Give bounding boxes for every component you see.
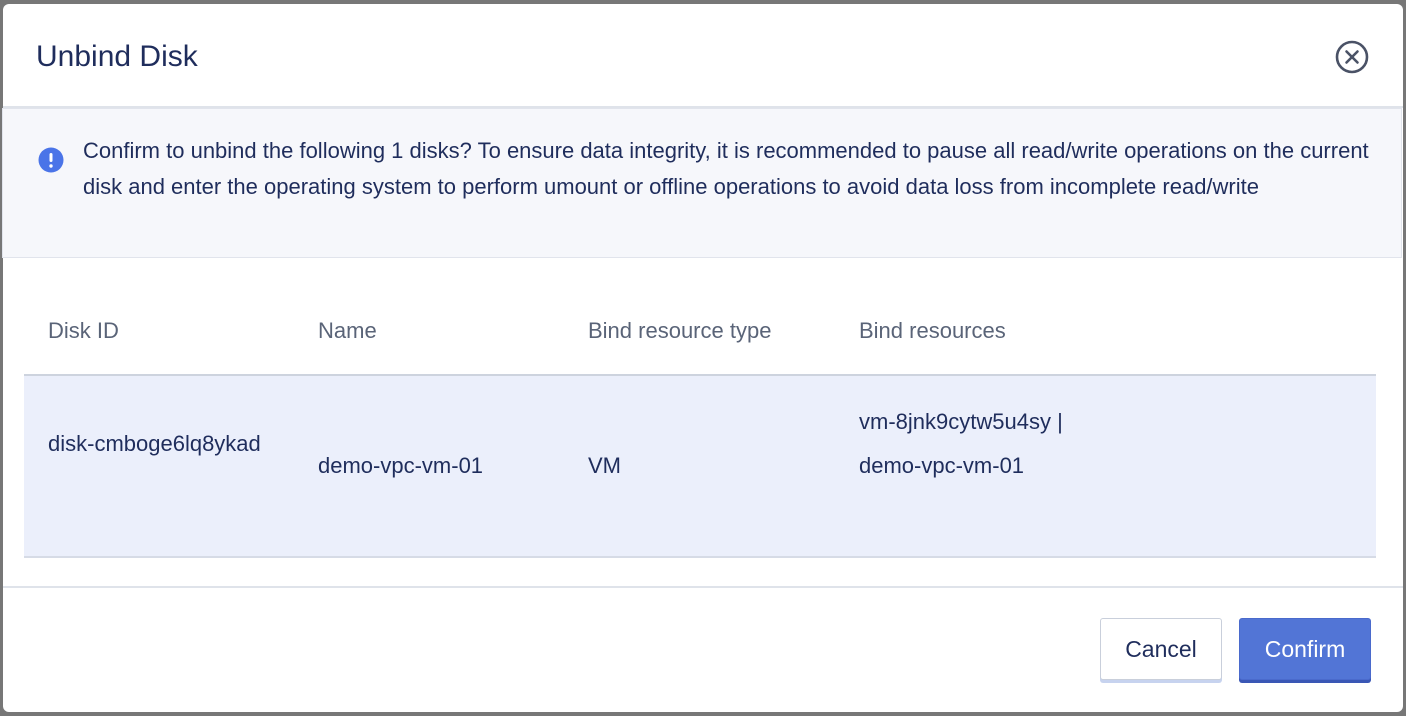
cell-name: demo-vpc-vm-01 xyxy=(318,453,484,478)
column-header-disk-id: Disk ID xyxy=(48,318,119,343)
column-header-bind-resource-type: Bind resource type xyxy=(588,318,772,343)
cell-disk-id: disk-cmboge6lq8ykad xyxy=(48,431,261,456)
dialog-header: Unbind Disk xyxy=(3,4,1403,108)
column-header-name: Name xyxy=(318,318,377,343)
cell-bind-resource-type: VM xyxy=(588,453,621,478)
alert-message: Confirm to unbind the following 1 disks?… xyxy=(83,138,1369,199)
cell-bind-resources: vm-8jnk9cytw5u4sy | demo-vpc-vm-01 xyxy=(859,409,1063,478)
footer-divider xyxy=(3,586,1403,588)
confirm-button[interactable]: Confirm xyxy=(1239,618,1371,680)
column-header-bind-resources: Bind resources xyxy=(859,318,1006,343)
table-row: disk-cmboge6lq8ykad demo-vpc-vm-01 VM vm… xyxy=(24,376,1376,558)
table-header: Disk ID Name Bind resource type Bind res… xyxy=(24,296,1376,376)
dialog-title: Unbind Disk xyxy=(36,40,198,73)
warning-alert: Confirm to unbind the following 1 disks?… xyxy=(2,108,1402,258)
cancel-button[interactable]: Cancel xyxy=(1100,618,1222,680)
close-icon[interactable] xyxy=(1335,40,1369,74)
info-exclamation-icon xyxy=(38,147,64,173)
disk-table: Disk ID Name Bind resource type Bind res… xyxy=(24,296,1376,558)
